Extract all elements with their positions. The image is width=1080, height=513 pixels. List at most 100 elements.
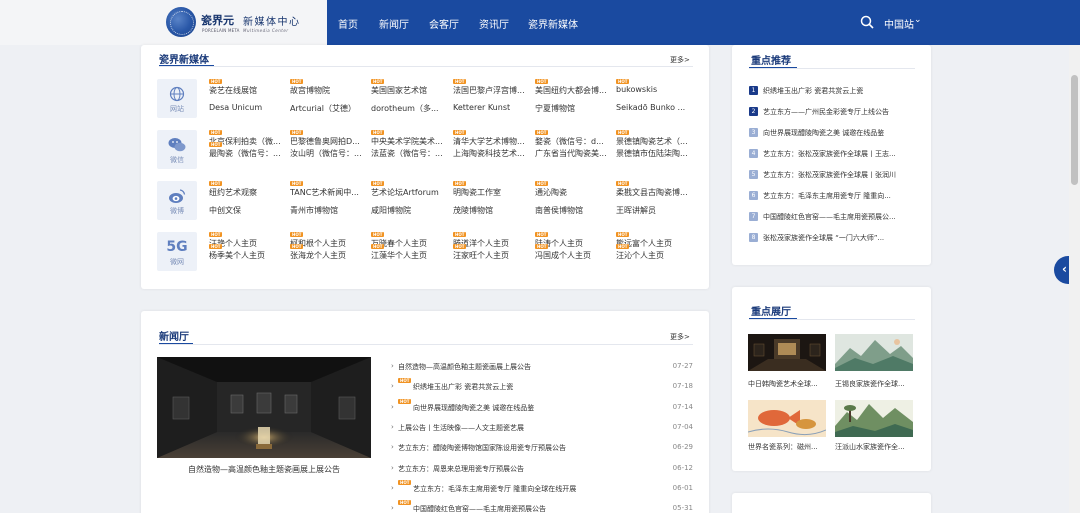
media-category-globe[interactable]: 网站 — [157, 79, 197, 118]
news-title-link[interactable]: 艺立东方：醴陵陶瓷博物馆国家陈设用瓷专厅预展公告 — [398, 443, 566, 453]
chevron-right-icon: › — [391, 463, 394, 472]
region-selector[interactable]: 中国站 — [884, 16, 914, 31]
page-scrollbar[interactable] — [1069, 45, 1080, 513]
hall-caption[interactable]: 王锡良家族瓷作全球... — [835, 379, 913, 389]
news-row[interactable]: › 艺立东方：周恩来总理用瓷专厅预展公告 06-12 — [391, 464, 693, 478]
recommend-link[interactable]: 向世界展现醴陵陶瓷之美 诚邀在线品鉴 — [763, 128, 915, 138]
nav-reception-hall[interactable]: 会客厅 — [429, 16, 459, 31]
media-link[interactable]: 巴黎德鲁奥网拍D... — [290, 136, 368, 147]
news-row[interactable]: › 艺立东方：醴陵陶瓷博物馆国家陈设用瓷专厅预展公告 06-29 — [391, 443, 693, 457]
recommend-link[interactable]: 艺立东方：毛泽东主席用瓷专厅 隆重向... — [763, 191, 915, 201]
media-link[interactable]: 茂陵博物馆 — [453, 205, 531, 216]
hall-thumbnail[interactable] — [835, 400, 913, 437]
news-title-link[interactable]: 自然造物—高温颜色釉主题瓷画展上展公告 — [398, 362, 531, 372]
media-link[interactable]: Ketterer Kunst — [453, 103, 531, 112]
media-link[interactable]: 美国国家艺术馆 — [371, 85, 449, 96]
recommend-link[interactable]: 张松茂家族瓷作全球展 “一门六大师”... — [763, 233, 915, 243]
media-link[interactable]: bukowskis — [616, 85, 694, 94]
media-link[interactable]: 纽约艺术观察 — [209, 187, 287, 198]
media-link[interactable]: 汪家旺个人主页 — [453, 250, 531, 261]
media-link[interactable]: 王晖讲解员 — [616, 205, 694, 216]
nav-home[interactable]: 首页 — [338, 16, 358, 31]
news-row[interactable]: › HOT 中国醴陵红色官窑——毛主席用瓷预展公告 05-31 — [391, 500, 693, 513]
search-icon[interactable] — [860, 15, 874, 29]
media-link[interactable]: 中央美术学院美术... — [371, 136, 449, 147]
news-title-link[interactable]: 艺立东方：周恩来总理用瓷专厅预展公告 — [398, 464, 524, 474]
hall-thumbnail[interactable] — [748, 334, 826, 371]
nav-info-hall[interactable]: 资讯厅 — [479, 16, 509, 31]
news-row[interactable]: › HOT 织绣堆玉出广彩 瓷君共赏云上瓷 07-18 — [391, 378, 693, 396]
hot-badge: HOT — [535, 181, 549, 186]
media-link[interactable]: 故宫博物院 — [290, 85, 368, 96]
media-link[interactable]: dorotheum（多... — [371, 103, 449, 114]
media-link[interactable]: Seikadō Bunko ... — [616, 103, 694, 112]
media-link[interactable]: 杨季美个人主页 — [209, 250, 287, 261]
news-row[interactable]: › 自然造物—高温颜色釉主题瓷画展上展公告 07-27 — [391, 362, 693, 376]
media-link[interactable]: 法蓝瓷（微信号：... — [371, 148, 449, 159]
news-more-link[interactable]: 更多> — [670, 332, 690, 342]
media-link[interactable]: Desa Unicum — [209, 103, 287, 112]
media-link[interactable]: 咸阳博物院 — [371, 205, 449, 216]
media-link[interactable]: 宁夏博物馆 — [535, 103, 613, 114]
recommend-link[interactable]: 艺立东方——广州民金彩瓷专厅上线公告 — [763, 107, 915, 117]
media-link[interactable]: 江藻华个人主页 — [371, 250, 449, 261]
media-link[interactable]: 婺瓷（微信号：d... — [535, 136, 613, 147]
media-link[interactable]: 艺术论坛Artforum — [371, 187, 449, 198]
news-feature-image[interactable] — [157, 357, 371, 458]
news-title-link[interactable]: 上展公告丨生活映像——人文主题瓷艺展 — [398, 423, 524, 433]
nav-news-hall[interactable]: 新闻厅 — [379, 16, 409, 31]
chevron-down-icon[interactable]: ⌄ — [914, 15, 922, 25]
recommend-link[interactable]: 艺立东方：张松茂家族瓷作全球展丨张润川 — [763, 170, 915, 180]
news-row[interactable]: › 上展公告丨生活映像——人文主题瓷艺展 07-04 — [391, 423, 693, 437]
media-link[interactable]: 瓷艺在线展馆 — [209, 85, 287, 96]
scrollbar-thumb[interactable] — [1071, 75, 1078, 185]
recommend-link[interactable]: 艺立东方：张松茂家族瓷作全球展丨王志... — [763, 149, 915, 159]
media-category-wechat[interactable]: 微信 — [157, 130, 197, 169]
news-row[interactable]: › HOT 艺立东方：毛泽东主席用瓷专厅 隆重向全球在线开展 06-01 — [391, 479, 693, 498]
nav-new-media[interactable]: 瓷界新媒体 — [528, 16, 578, 31]
media-link[interactable]: 最陶瓷（微信号：... — [209, 148, 287, 159]
media-link[interactable]: 冯国成个人主页 — [535, 250, 613, 261]
media-more-link[interactable]: 更多> — [670, 55, 690, 65]
hall-caption[interactable]: 世界名瓷系列：磁州... — [748, 442, 826, 452]
logo[interactable]: 瓷界元 PORCELAIN META 新媒体中心 Multimedia Cent… — [0, 0, 327, 45]
media-link[interactable]: 景德镇陶瓷艺术（... — [616, 136, 694, 147]
media-link[interactable]: 南普侯博物馆 — [535, 205, 613, 216]
media-category-weibo[interactable]: 微博 — [157, 181, 197, 220]
news-title-link[interactable]: 织绣堆玉出广彩 瓷君共赏云上瓷 — [413, 382, 513, 392]
media-link[interactable]: 清华大学艺术博物... — [453, 136, 531, 147]
media-link[interactable]: 汝山明（微信号：... — [290, 148, 368, 159]
media-category-5g[interactable]: 5G 微网 — [157, 232, 197, 271]
media-category-label: 微网 — [170, 258, 184, 266]
news-title-link[interactable]: 向世界展现醴陵陶瓷之美 诚邀在线品鉴 — [413, 403, 534, 413]
media-link[interactable]: 中创文保 — [209, 205, 287, 216]
media-link[interactable]: 美国纽约大都会博... — [535, 85, 613, 96]
hot-badge: HOT — [290, 232, 304, 237]
media-link[interactable]: 法国巴黎卢浮宫博... — [453, 85, 531, 96]
halls-title: 重点展厅 — [751, 307, 791, 318]
recommend-link[interactable]: 中国醴陵红色官窑——毛主席用瓷预展公... — [763, 212, 915, 222]
media-link[interactable]: Artcurial（艾德） — [290, 103, 368, 114]
media-link[interactable]: TANC艺术新闻中... — [290, 187, 368, 198]
news-feature-caption[interactable]: 自然造物—高温颜色釉主题瓷画展上展公告 — [157, 464, 371, 475]
news-row[interactable]: › HOT 向世界展现醴陵陶瓷之美 诚邀在线品鉴 07-14 — [391, 398, 693, 417]
media-link[interactable]: 青州市博物馆 — [290, 205, 368, 216]
media-link[interactable]: 汪沁个人主页 — [616, 250, 694, 261]
hall-thumbnail[interactable] — [835, 334, 913, 371]
hot-badge: HOT — [209, 181, 223, 186]
hall-caption[interactable]: 汪派山水家族瓷作全... — [835, 442, 913, 452]
media-link[interactable]: 景德镇市伍陆柒陶... — [616, 148, 694, 159]
logo-center-title: 新媒体中心 — [243, 17, 301, 28]
news-title-link[interactable]: 中国醴陵红色官窑——毛主席用瓷预展公告 — [413, 504, 546, 513]
media-link[interactable]: 上海陶瓷科技艺术... — [453, 148, 531, 159]
media-link[interactable]: 明陶瓷工作室 — [453, 187, 531, 198]
recommend-link[interactable]: 织绣堆玉出广彩 瓷君共赏云上瓷 — [763, 86, 915, 96]
news-title-link[interactable]: 艺立东方：毛泽东主席用瓷专厅 隆重向全球在线开展 — [413, 484, 576, 494]
hall-thumbnail[interactable] — [748, 400, 826, 437]
media-link[interactable]: 通沁陶瓷 — [535, 187, 613, 198]
hot-badge: HOT — [453, 232, 467, 237]
hall-caption[interactable]: 中日韩陶瓷艺术全球... — [748, 379, 826, 389]
media-link[interactable]: 张海龙个人主页 — [290, 250, 368, 261]
media-link[interactable]: 柔戡文县古陶瓷博... — [616, 187, 694, 198]
media-link[interactable]: 广东省当代陶瓷美... — [535, 148, 613, 159]
